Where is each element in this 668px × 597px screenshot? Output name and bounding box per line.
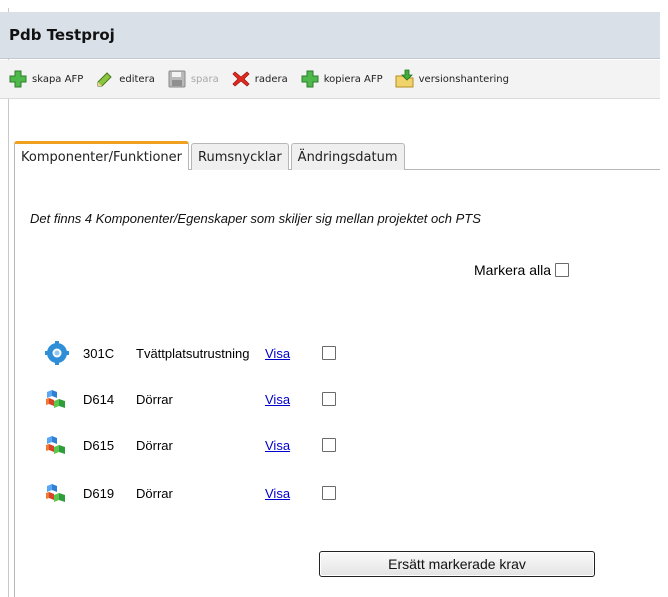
visa-link[interactable]: Visa [265,346,322,361]
visa-link[interactable]: Visa [265,392,322,407]
cubes-icon [46,484,65,502]
list-item: D615 Dörrar Visa [45,433,336,457]
edit-button[interactable]: editera [95,69,155,89]
item-code: 301C [83,345,115,361]
item-checkbox[interactable] [322,486,336,500]
list-item: D614 Dörrar Visa [45,387,336,411]
mark-all-label: Markera alla [474,262,552,278]
create-afp-button[interactable]: skapa AFP [8,69,83,89]
gear-icon [45,341,69,365]
title-bar: Pdb Testproj [0,12,660,59]
tab-components-functions[interactable]: Komponenter/Funktioner [14,141,190,170]
item-checkbox[interactable] [322,438,336,452]
edit-label: editera [119,73,155,85]
tab-bar: Komponenter/Funktioner Rumsnycklar Ändri… [14,141,407,170]
info-message: Det finns 4 Komponenter/Egenskaper som s… [30,211,481,226]
replace-marked-button[interactable]: Ersätt markerade krav [319,551,595,577]
mark-all-control[interactable]: Markera alla [474,262,570,278]
item-checkbox[interactable] [322,392,336,406]
delete-label: radera [254,73,288,85]
copy-afp-button[interactable]: kopiera AFP [300,69,383,89]
page-title: Pdb Testproj [9,26,115,44]
plus-icon [9,70,27,88]
pencil-icon [97,72,112,87]
toolbar: skapa AFP editera spara radera kopiera A… [0,60,660,99]
plus-icon [301,70,319,88]
list-item: D619 Dörrar Visa [45,481,336,505]
delete-icon [232,71,250,87]
item-code: D615 [83,437,115,453]
visa-link[interactable]: Visa [265,438,322,453]
save-icon [168,70,186,88]
item-checkbox[interactable] [322,346,336,360]
item-code: D619 [83,485,115,501]
visa-link[interactable]: Visa [265,486,322,501]
cubes-icon [46,436,65,454]
save-label: spara [190,73,219,85]
folder-arrow-icon [395,69,414,88]
tab-room-keys[interactable]: Rumsnycklar [191,143,289,170]
item-name: Tvättplatsutrustning [136,345,250,361]
create-afp-label: skapa AFP [32,73,84,85]
copy-afp-label: kopiera AFP [323,73,383,85]
item-name: Dörrar [136,391,173,407]
item-name: Dörrar [136,437,173,453]
delete-button[interactable]: radera [231,69,288,89]
version-control-label: versionshantering [418,73,509,85]
tab-panel [14,169,660,597]
cubes-icon [46,390,65,408]
tab-change-date[interactable]: Ändringsdatum [290,143,405,170]
item-code: D614 [83,391,115,407]
item-name: Dörrar [136,485,173,501]
mark-all-checkbox[interactable] [555,263,570,277]
version-control-button[interactable]: versionshantering [395,69,509,89]
save-button[interactable]: spara [167,69,219,89]
list-item: 301C Tvättplatsutrustning Visa [45,341,336,365]
